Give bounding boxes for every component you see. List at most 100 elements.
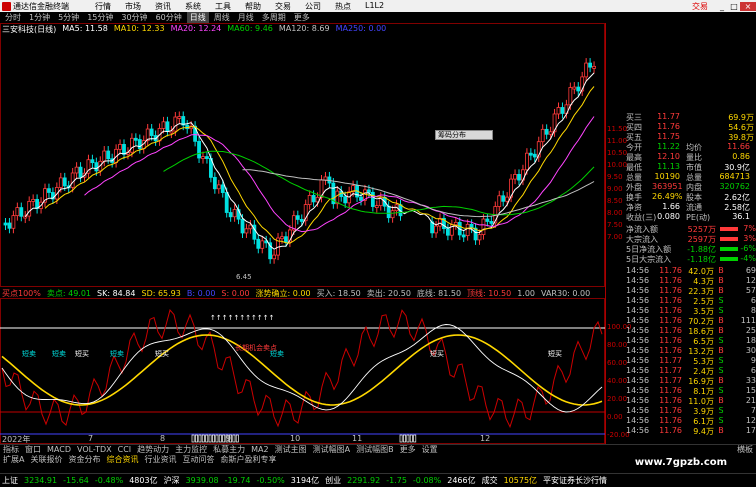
tick-row: 14:56 11.76 8.1万 S 15 — [626, 386, 756, 396]
extension-tab[interactable]: 综合资讯 — [103, 454, 141, 465]
menu-item[interactable]: L1L2 — [365, 1, 384, 12]
period-tab[interactable]: 日线 — [186, 12, 209, 23]
extension-tab[interactable]: 俞斯户盈利专享 — [217, 454, 279, 465]
period-tab[interactable]: 30分钟 — [118, 12, 150, 23]
month-tick: 7 — [88, 434, 94, 443]
status-value: 3939.08 — [185, 476, 219, 485]
candle-body — [532, 153, 537, 158]
indicator-tick: 20.00 — [607, 395, 628, 403]
indicator-tab[interactable]: VOL-TDX — [74, 445, 115, 454]
stat-label: PE(动) — [686, 213, 711, 222]
ma-legend: 三安科技(日线) MA5: 11.58 MA10: 12.33 MA20: 12.2… — [2, 24, 386, 35]
tick-row: 14:56 11.76 22.3万 B 57 — [626, 286, 756, 296]
extension-tab[interactable]: 资金分布 — [65, 454, 103, 465]
period-tab[interactable]: 周线 — [211, 12, 233, 23]
tick-time: 14:56 — [626, 416, 650, 425]
period-tab[interactable]: 分时 — [2, 12, 24, 23]
candle-body — [122, 144, 126, 155]
period-tab[interactable]: 更多 — [291, 12, 313, 23]
stat-label: 最高 — [626, 153, 642, 162]
tick-direction: B — [718, 346, 724, 355]
minimize-button[interactable]: _ — [716, 2, 728, 11]
candle-body — [489, 221, 494, 224]
flow-value: 5257万 — [687, 225, 716, 234]
ma-label: MA5: 11.58 — [62, 24, 108, 33]
time-axis: 2022年 7 8 9 10 11 12 — [0, 434, 605, 444]
close-button[interactable]: × — [740, 1, 756, 11]
menu-item[interactable]: 行情 — [95, 1, 111, 12]
chip-distribution-popup[interactable]: 筹码分布 — [435, 130, 493, 140]
candle-body — [260, 240, 265, 249]
indicator-value: 卖点: 49.01 — [46, 288, 92, 298]
kline-canvas[interactable]: 6.45 — [0, 23, 605, 287]
stat-value: 320762 — [719, 182, 750, 191]
tick-direction: S — [718, 356, 724, 365]
stat-row: 最高 12.10 量比 0.86 — [626, 152, 756, 162]
stat-value: 0.86 — [732, 152, 750, 161]
period-tab[interactable]: 60分钟 — [153, 12, 185, 23]
menu-item[interactable]: 资讯 — [155, 1, 171, 12]
candle-body — [540, 128, 545, 143]
tick-count: 8 — [750, 306, 756, 315]
candle-body — [58, 177, 63, 188]
tick-direction: B — [718, 276, 724, 285]
tick-time: 14:56 — [626, 306, 650, 315]
flow-label: 5日大宗流入 — [626, 255, 672, 264]
tick-price: 11.76 — [659, 296, 682, 305]
tick-volume: 2.5万 — [693, 297, 714, 306]
candle-body — [485, 218, 490, 222]
candle-body — [205, 156, 209, 159]
trade-menu[interactable]: 交易 — [692, 1, 708, 12]
kline-chart[interactable]: 6.45 三安科技(日线) MA5: 11.58 MA10: 12.33 MA20:… — [0, 23, 605, 287]
candle-body — [47, 188, 51, 193]
period-tab[interactable]: 多周期 — [259, 12, 289, 23]
menu-item[interactable]: 市场 — [125, 1, 141, 12]
menu-item[interactable]: 帮助 — [245, 1, 261, 12]
tick-time: 14:56 — [626, 316, 650, 325]
menu-item[interactable]: 热点 — [335, 1, 351, 12]
status-value: 创业 — [325, 476, 342, 485]
long-term-sell-label: 长期机会卖点 — [235, 343, 277, 352]
maximize-button[interactable]: □ — [728, 2, 740, 11]
tick-direction: S — [718, 296, 724, 305]
period-tab[interactable]: 月线 — [235, 12, 257, 23]
indicator-chart[interactable]: 短卖短卖短卖短卖短买短买短买短买长期机会卖点↑↑↑↑↑↑↑↑↑↑↑预警抄底 — [0, 289, 605, 444]
layout-toggle[interactable]: 横板 — [734, 444, 756, 455]
menu-item[interactable]: 交易 — [275, 1, 291, 12]
indicator-tab[interactable]: CCI — [115, 445, 135, 454]
indicator-value: SK: 84.84 — [97, 288, 136, 298]
tick-volume: 70.2万 — [688, 317, 714, 326]
period-tab[interactable]: 1分钟 — [26, 12, 53, 23]
candle-body — [232, 209, 237, 218]
chart-frame — [0, 23, 605, 287]
menu-item[interactable]: 工具 — [215, 1, 231, 12]
candle-body — [216, 184, 221, 190]
extension-tab[interactable]: 互动问答 — [179, 454, 217, 465]
candle-body — [201, 156, 205, 159]
period-tab[interactable]: 5分钟 — [55, 12, 82, 23]
candle-body — [513, 174, 517, 180]
flow-pct: -4% — [740, 254, 756, 263]
candle-body — [137, 139, 142, 149]
stat-label: 外盘 — [626, 183, 642, 192]
indicator-tab[interactable]: MACD — [44, 445, 74, 454]
low-price-label: 6.45 — [236, 273, 252, 281]
extension-tab[interactable]: 扩展A — [0, 454, 27, 465]
candle-body — [94, 162, 99, 172]
indicator-canvas[interactable]: 短卖短卖短卖短卖短买短买短买短买长期机会卖点↑↑↑↑↑↑↑↑↑↑↑预警抄底 — [0, 289, 605, 444]
menu-item[interactable]: 公司 — [305, 1, 321, 12]
extension-tab[interactable]: 关联报价 — [27, 454, 65, 465]
tick-direction: B — [718, 316, 724, 325]
candle-body — [295, 215, 300, 220]
candle-body — [359, 196, 363, 201]
flow-value: -1.88亿 — [687, 245, 716, 254]
period-tab[interactable]: 15分钟 — [84, 12, 116, 23]
tick-count: 25 — [745, 326, 756, 335]
flow-row: 大宗流入 2597万 3% — [626, 234, 756, 244]
extension-tab[interactable]: 行业资讯 — [141, 454, 179, 465]
menu-item[interactable]: 系统 — [185, 1, 201, 12]
indicator-tab[interactable]: MA2 — [248, 445, 271, 454]
stat-label: 换手 — [626, 193, 642, 202]
bid-row: 买三 11.77 69.9万 — [626, 112, 756, 122]
candle-body — [248, 224, 253, 230]
